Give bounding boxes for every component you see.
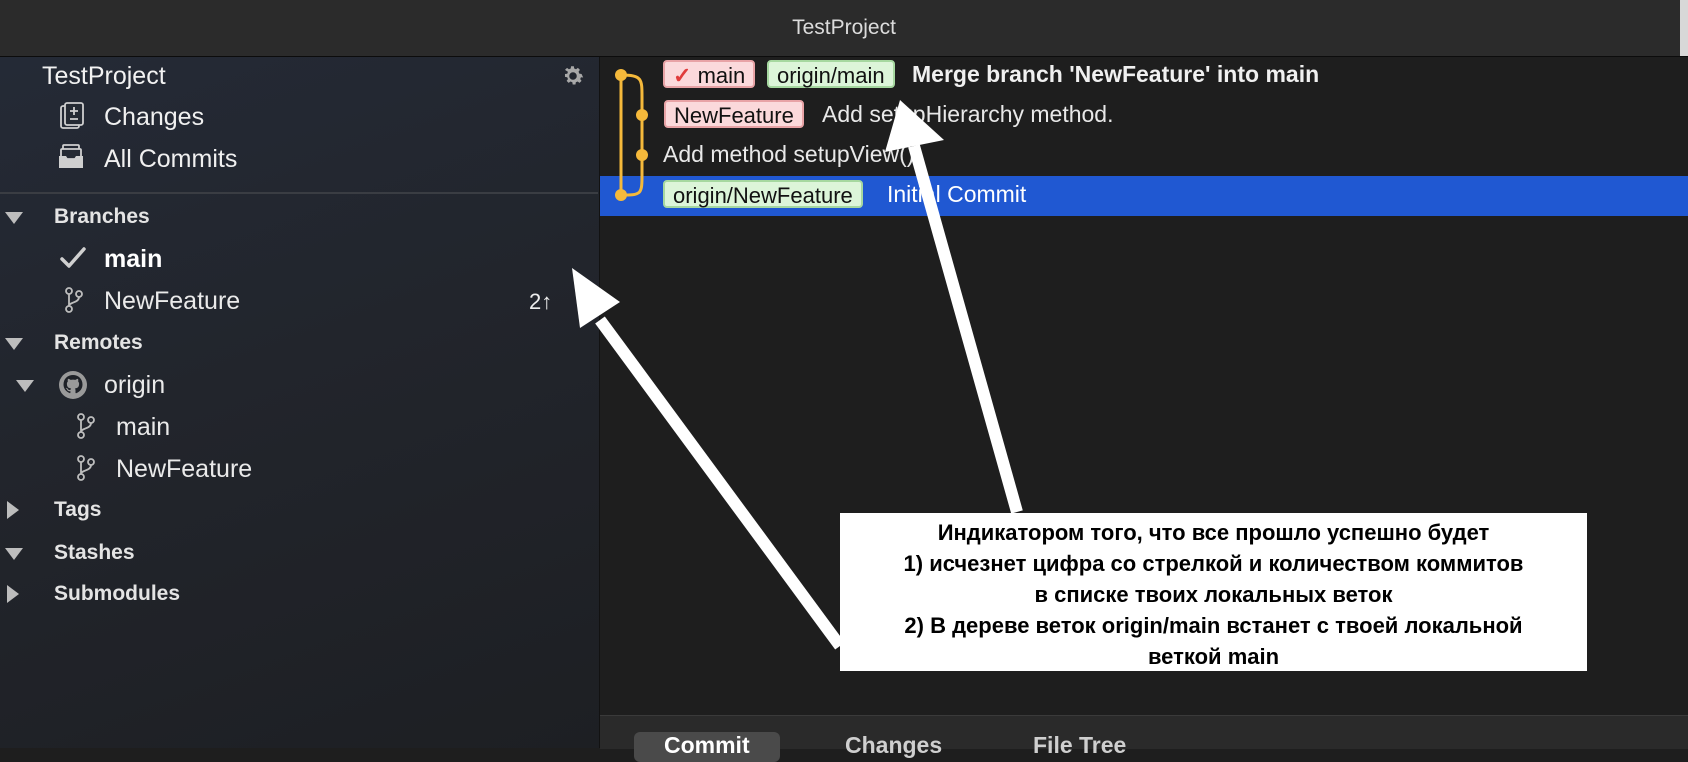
disclosure-triangle-icon[interactable] bbox=[5, 212, 23, 224]
ahead-count-badge: 2↑ bbox=[529, 289, 553, 314]
window-titlebar: TestProject bbox=[0, 0, 1688, 57]
branch-tag-newfeature[interactable]: NewFeature bbox=[664, 100, 804, 128]
commit-message[interactable]: Add setupHierarchy method. bbox=[822, 101, 1114, 128]
remote-item-origin[interactable]: origin bbox=[104, 371, 165, 400]
gear-icon[interactable] bbox=[560, 63, 586, 89]
tab-file-tree[interactable]: File Tree bbox=[1033, 732, 1126, 759]
sidebar-item-all-commits[interactable] bbox=[58, 142, 84, 177]
annotation-line: Индикатором того, что все прошло успешно… bbox=[937, 520, 1490, 545]
section-branches[interactable]: Branches bbox=[54, 205, 150, 229]
sidebar-item-changes[interactable] bbox=[58, 101, 84, 136]
github-icon bbox=[59, 371, 87, 399]
window-title: TestProject bbox=[792, 16, 896, 39]
all-commits-icon bbox=[59, 144, 83, 168]
sidebar-item-label[interactable]: All Commits bbox=[104, 145, 237, 174]
disclosure-triangle-icon[interactable] bbox=[5, 548, 23, 560]
tab-changes[interactable]: Changes bbox=[845, 732, 942, 759]
checkmark-icon: ✓ bbox=[673, 63, 692, 88]
commit-message[interactable]: Add method setupView() bbox=[663, 141, 914, 168]
annotation-line: 1) исчезнет цифра со стрелкой и количест… bbox=[903, 551, 1524, 576]
bottom-tab-bar: Commit Changes File Tree bbox=[600, 715, 1688, 762]
section-stashes[interactable]: Stashes bbox=[54, 541, 135, 565]
branch-icon bbox=[77, 455, 95, 481]
annotation-line: веткой main bbox=[1147, 644, 1280, 669]
changes-icon bbox=[60, 102, 84, 129]
sidebar-divider bbox=[0, 192, 598, 194]
tab-commit[interactable]: Commit bbox=[634, 732, 780, 762]
section-tags[interactable]: Tags bbox=[54, 498, 101, 522]
branch-icon bbox=[65, 287, 83, 313]
commit-message[interactable]: Initial Commit bbox=[887, 181, 1026, 208]
branch-item-newfeature[interactable]: NewFeature bbox=[104, 287, 240, 316]
disclosure-triangle-icon[interactable] bbox=[5, 338, 23, 350]
remote-branch-main[interactable]: main bbox=[116, 413, 170, 442]
project-title: TestProject bbox=[42, 62, 166, 90]
remote-branch-newfeature[interactable]: NewFeature bbox=[116, 455, 252, 484]
disclosure-triangle-icon[interactable] bbox=[7, 501, 19, 519]
annotation-box: Индикатором того, что все прошло успешно… bbox=[840, 513, 1587, 671]
branch-tag-origin-newfeature[interactable]: origin/NewFeature bbox=[663, 180, 863, 208]
checkmark-icon bbox=[60, 247, 86, 268]
commit-graph bbox=[615, 69, 648, 201]
window-edge bbox=[1680, 0, 1688, 56]
section-submodules[interactable]: Submodules bbox=[54, 582, 180, 606]
disclosure-triangle-icon[interactable] bbox=[16, 380, 34, 392]
branch-tag-main[interactable]: ✓ main bbox=[663, 60, 756, 88]
annotation-line: в списке твоих локальных веток bbox=[1034, 582, 1393, 607]
sidebar bbox=[0, 57, 600, 748]
branch-item-main[interactable]: main bbox=[104, 245, 162, 274]
sidebar-item-label[interactable]: Changes bbox=[104, 103, 204, 132]
section-remotes[interactable]: Remotes bbox=[54, 331, 143, 355]
branch-icon bbox=[77, 413, 95, 439]
annotation-line: 2) В дереве веток origin/main встанет с … bbox=[904, 613, 1523, 638]
disclosure-triangle-icon[interactable] bbox=[7, 585, 19, 603]
commit-message[interactable]: Merge branch 'NewFeature' into main bbox=[912, 61, 1319, 88]
branch-tag-origin-main[interactable]: origin/main bbox=[767, 60, 895, 88]
